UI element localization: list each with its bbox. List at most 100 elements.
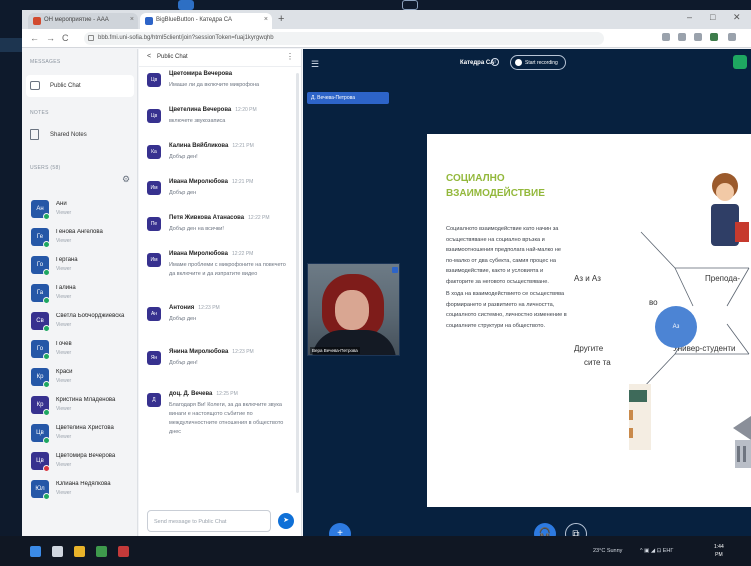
message-header: Цветомира Вечерова [169,71,232,77]
connection-status-icon[interactable] [733,55,747,69]
user-name: Генова Ангелова [56,229,103,235]
user-list-item[interactable]: Кр Кристина Младенова Viewer [26,393,136,419]
browser-tab[interactable]: ОН мероприятие - ААА × [28,13,138,29]
task-view-icon[interactable] [52,546,63,557]
user-name: Гочев [56,341,72,347]
message-avatar: Ка [147,145,161,159]
taskbar: 23°C Sunny ^ ▣ ◢ ⊡ ЕНГ 1:44 PM [0,536,751,566]
background-window-icon[interactable] [402,0,418,10]
background-window-edge [0,12,22,536]
status-online-icon [43,493,50,500]
start-recording-button[interactable]: Start recording [510,55,566,70]
chevron-left-icon[interactable]: < [147,53,151,60]
webcam-video[interactable]: Вера Вечева-Петрова [307,263,400,356]
message-time: 12:21 PM [232,143,254,149]
user-list-item[interactable]: Цв Цветелина Христова Viewer [26,421,136,447]
webcam-person-face [335,290,369,330]
user-role: Viewer [56,210,72,216]
chat-message-input[interactable]: Send message to Public Chat [147,510,271,532]
chat-header: < Public Chat ⋮ [139,49,301,67]
file-explorer-icon[interactable] [74,546,85,557]
star-icon[interactable] [678,33,686,41]
message-time: 12:25 PM [216,391,238,397]
user-role: Viewer [56,406,72,412]
send-button[interactable]: ➤ [278,513,294,529]
gear-icon[interactable]: ⚙ [122,174,130,185]
profile-icon[interactable] [710,33,718,41]
message-text: Имаше ли да включите микрофона [169,82,260,88]
user-list-item[interactable]: Цв Цветомира Вечерова Viewer [26,449,136,475]
presenter-badge: Д. Вечева-Петрова [307,92,389,104]
background-app-icon[interactable] [178,0,194,10]
classroom-illustration [629,384,651,450]
user-list-item[interactable]: Кр Краси Viewer [26,365,136,391]
info-icon[interactable]: i [491,58,499,66]
chat-scrollbar[interactable] [296,73,299,493]
message-text: Добър ден! [169,360,198,366]
user-name: Ани [56,201,67,207]
tab-favicon-icon [33,17,41,25]
user-name: Цветелина Христова [56,425,114,431]
user-name: Гергана [56,257,78,263]
user-list-item[interactable]: Ан Ани Viewer [26,197,136,223]
message-avatar: Ян [147,351,161,365]
reload-button[interactable]: C [62,33,69,43]
windows-start-icon[interactable] [30,546,41,557]
chrome-icon[interactable] [96,546,107,557]
new-tab-button[interactable]: + [278,13,284,25]
tab-close-icon[interactable]: × [264,16,268,23]
webcam-name-label: Вера Вечева-Петрова [310,347,360,354]
user-list-item[interactable]: Ге Генова Ангелова Viewer [26,225,136,251]
browser-tab-active[interactable]: BigBlueButton - Катедра СА × [140,13,272,29]
extension-icon[interactable] [694,33,702,41]
extension-icon[interactable] [662,33,670,41]
close-window-button[interactable]: ✕ [733,12,741,23]
menu-icon[interactable]: ☰ [311,59,319,70]
maximize-button[interactable]: □ [710,12,715,22]
public-chat-item[interactable]: Public Chat [26,75,134,97]
message-header: Янина Миролюбова 12:23 PM [169,349,254,355]
clock[interactable]: 1:44 PM [714,543,724,559]
message-author: Янина Миролюбова [169,349,229,355]
app-icon[interactable] [118,546,129,557]
more-options-icon[interactable]: ⋮ [286,52,294,61]
message-author: Цветелина Вечерова [169,107,232,113]
user-list-item[interactable]: Го Гочев Viewer [26,337,136,363]
forward-button[interactable]: → [46,33,55,43]
system-tray-icons[interactable]: ^ ▣ ◢ ⊡ ЕНГ [640,548,673,554]
slide-paragraph: Социалното взаимодействие като начин за … [446,226,561,285]
menu-icon[interactable] [728,33,736,41]
message-time: 12:23 PM [232,349,254,355]
user-name: Галина [56,285,76,291]
user-role: Viewer [56,322,72,328]
shared-notes-item[interactable]: Shared Notes [26,124,134,146]
user-role: Viewer [56,490,72,496]
message-time: 12:21 PM [231,179,254,185]
message-author: Ивана Миролюбова [169,251,228,257]
user-role: Viewer [56,434,72,440]
weather-indicator[interactable]: 23°C Sunny [593,548,622,554]
screen: ОН мероприятие - ААА × BigBlueButton - К… [0,0,751,566]
message-header: Цветелина Вечерова 12:20 PM [169,107,257,113]
slide-body: Социалното взаимодействие като начин за … [446,224,568,331]
lock-icon [88,35,94,41]
diagram-label: во [649,298,658,307]
message-avatar: Цв [147,73,161,87]
users-section-header: USERS (58) [30,165,61,171]
url-text: bbb.fmi.uni-sofia.bg/html5client/join?se… [98,35,274,41]
message-text: Благодаря Ви! Колеги, за да включите зву… [169,402,284,435]
message-author: Ивана Миролюбова [169,179,228,185]
user-list-item[interactable]: Го Гергана Viewer [26,253,136,279]
message-author: Цветомира Вечерова [169,71,233,77]
user-list-item[interactable]: Св Светла Бобчорджиевска Viewer [26,309,136,335]
user-list-item[interactable]: Га Галина Viewer [26,281,136,307]
minimize-button[interactable]: – [687,12,692,22]
user-list-item[interactable]: Юл Юлиана Недялкова Viewer [26,477,136,503]
user-name: Светла Бобчорджиевска [56,313,125,319]
url-input[interactable]: bbb.fmi.uni-sofia.bg/html5client/join?se… [84,32,604,45]
back-button[interactable]: ← [30,33,39,43]
presentation-slide: СОЦИАЛНО ВЗАИМОДЕЙСТВИЕ Социалното взаим… [427,134,751,507]
tab-close-icon[interactable]: × [130,16,134,23]
message-text: Добър ден [169,190,197,196]
notes-section-header: NOTES [30,110,49,116]
